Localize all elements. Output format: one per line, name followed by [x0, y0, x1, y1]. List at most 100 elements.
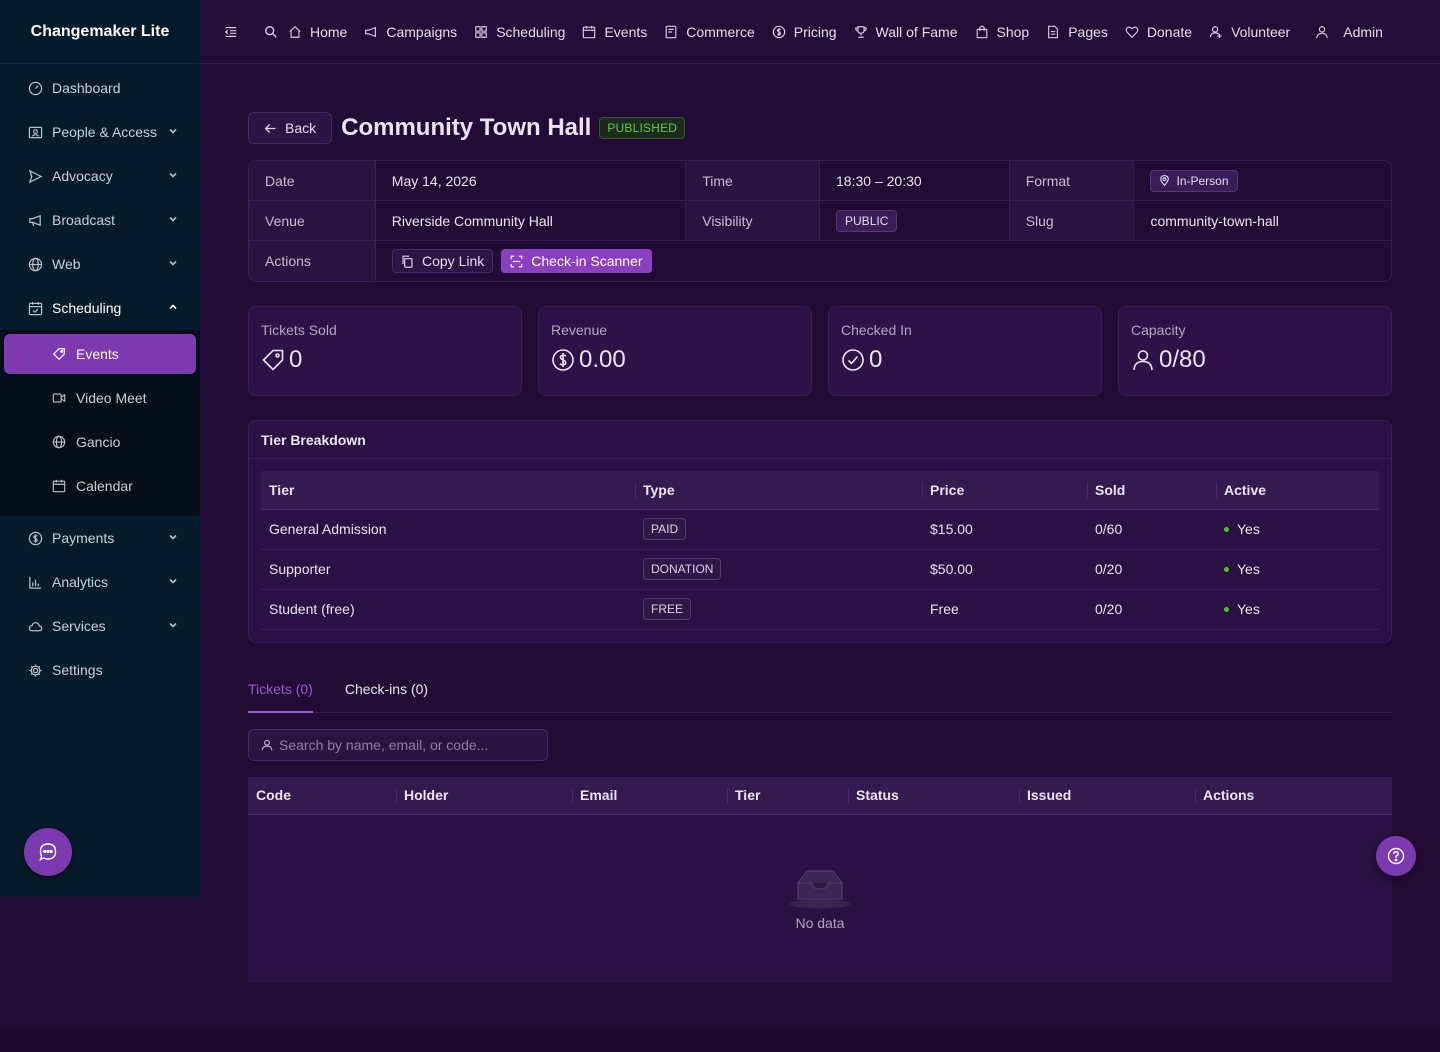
format-tag: In-Person — [1150, 169, 1238, 192]
sidebar-item-analytics[interactable]: Analytics — [0, 560, 200, 604]
sidebar-item-label: Services — [52, 618, 106, 634]
sidebar-subitem-video-meet[interactable]: Video Meet — [4, 378, 196, 418]
tier-price: $15.00 — [922, 509, 1087, 550]
grid-icon — [474, 25, 488, 39]
home-icon — [288, 25, 302, 39]
visibility-value: PUBLIC — [820, 201, 1010, 240]
stat-revenue: Revenue 0.00 — [538, 306, 812, 396]
chat-button[interactable] — [24, 828, 72, 876]
inbox-empty-icon — [788, 867, 852, 909]
topnav-label: Pricing — [793, 23, 837, 40]
tier-type-tag: DONATION — [643, 558, 722, 580]
sidebar-subitem-label: Gancio — [76, 434, 121, 450]
tier-type-tag: FREE — [643, 598, 692, 620]
topnav-shop[interactable]: Shop — [975, 24, 1029, 40]
stat-value: 0/80 — [1159, 346, 1206, 373]
sidebar-item-label: Scheduling — [52, 300, 122, 316]
sidebar-item-label: Settings — [52, 662, 103, 678]
tab-check-ins[interactable]: Check-ins (0) — [345, 675, 428, 712]
chevron-down-icon — [168, 170, 178, 180]
topnav-label: Wall of Fame — [875, 23, 958, 40]
stat-title: Checked In — [841, 322, 912, 338]
stat-value: 0 — [869, 346, 883, 373]
sidebar-subitem-calendar[interactable]: Calendar — [4, 466, 196, 506]
user-menu[interactable]: Admin — [1315, 24, 1383, 40]
sidebar-item-broadcast[interactable]: Broadcast — [0, 198, 200, 242]
video-icon — [50, 389, 68, 407]
scan-icon — [510, 255, 523, 268]
tier-active: Yes — [1237, 561, 1260, 577]
tier-type-cell: FREE — [635, 589, 922, 630]
topnav-pricing[interactable]: Pricing — [772, 24, 837, 40]
sidebar-item-dashboard[interactable]: Dashboard — [0, 66, 200, 110]
sidebar: Changemaker Lite Dashboard People & Acce… — [0, 0, 200, 898]
topnav-label: Home — [310, 23, 348, 40]
tickets-table: Code Holder Email Tier Status Issued Act… — [248, 776, 1392, 815]
sidebar-item-advocacy[interactable]: Advocacy — [0, 154, 200, 198]
tier-active-cell: Yes — [1216, 509, 1379, 550]
ticket-search-input[interactable] — [279, 736, 539, 753]
scheduling-submenu: Events Video Meet Gancio Calendar — [0, 330, 200, 516]
search-icon[interactable] — [264, 25, 278, 39]
table-header-row: Tier Type Price Sold Active — [261, 471, 1379, 510]
sidebar-subitem-gancio[interactable]: Gancio — [4, 422, 196, 462]
tier-breakdown-title: Tier Breakdown — [249, 421, 1391, 459]
topnav-label: Donate — [1146, 23, 1193, 40]
visibility-tag: PUBLIC — [836, 209, 898, 232]
sidebar-item-people-access[interactable]: People & Access — [0, 110, 200, 154]
tier-name: General Admission — [261, 509, 635, 550]
tier-sold: 0/20 — [1087, 549, 1216, 590]
column-header-tier: Tier — [727, 776, 848, 815]
sidebar-item-services[interactable]: Services — [0, 604, 200, 648]
tier-active-cell: Yes — [1216, 589, 1379, 630]
sidebar-subitem-events[interactable]: Events — [4, 334, 196, 374]
topnav-label: Pages — [1068, 23, 1108, 40]
topnav-label: Commerce — [686, 23, 755, 40]
details-row: Venue Riverside Community Hall Visibilit… — [249, 201, 1391, 241]
chevron-down-icon — [168, 126, 178, 136]
event-details: Date May 14, 2026 Time 18:30 – 20:30 For… — [248, 160, 1392, 282]
sidebar-subitem-label: Calendar — [76, 478, 133, 494]
topnav-events[interactable]: Events — [582, 24, 647, 40]
topnav-label: Volunteer — [1231, 23, 1291, 40]
sidebar-item-label: People & Access — [52, 124, 158, 140]
tier-name: Student (free) — [261, 589, 635, 630]
question-circle-icon — [1387, 847, 1405, 865]
tier-breakdown-card: Tier Breakdown Tier Type Price Sold Acti… — [248, 420, 1392, 643]
brand-logo[interactable]: Changemaker Lite — [0, 0, 200, 64]
chevron-down-icon — [168, 214, 178, 224]
topnav-wall-of-fame[interactable]: Wall of Fame — [854, 24, 958, 40]
chevron-down-icon — [168, 532, 178, 542]
topnav-commerce[interactable]: Commerce — [664, 23, 755, 40]
help-button[interactable] — [1376, 836, 1416, 876]
topnav-campaigns[interactable]: Campaigns — [364, 24, 457, 40]
topnav-donate[interactable]: Donate — [1125, 24, 1192, 40]
tier-table: Tier Type Price Sold Active General Admi… — [261, 471, 1379, 630]
dollar-circle-icon — [772, 25, 786, 39]
sidebar-item-settings[interactable]: Settings — [0, 648, 200, 692]
topnav-home[interactable]: Home — [288, 24, 347, 40]
receipt-icon — [664, 25, 678, 39]
stat-title: Capacity — [1131, 322, 1186, 338]
active-status-dot — [1224, 566, 1229, 572]
stat-value: 0 — [289, 346, 303, 373]
tab-tickets[interactable]: Tickets (0) — [248, 675, 313, 713]
format-value: In-Person — [1134, 161, 1391, 200]
time-value: 18:30 – 20:30 — [820, 161, 1010, 200]
table-row: General Admission PAID $15.00 0/60 Yes — [261, 509, 1379, 550]
topnav-volunteer[interactable]: Volunteer — [1209, 24, 1290, 40]
copy-link-button[interactable]: Copy Link — [392, 249, 494, 273]
topnav-pages[interactable]: Pages — [1046, 24, 1108, 40]
table-row: Student (free) FREE Free 0/20 Yes — [261, 589, 1379, 630]
megaphone-icon — [26, 211, 44, 229]
menu-fold-icon[interactable] — [224, 25, 242, 39]
sidebar-item-web[interactable]: Web — [0, 242, 200, 286]
sidebar-item-scheduling[interactable]: Scheduling — [0, 286, 200, 330]
actions-value: Copy Link Check-in Scanner — [376, 241, 1391, 281]
back-button[interactable]: Back — [248, 112, 333, 144]
topnav-scheduling[interactable]: Scheduling — [474, 24, 565, 40]
sidebar-item-payments[interactable]: Payments — [0, 516, 200, 560]
column-header-actions: Actions — [1195, 776, 1392, 815]
check-in-scanner-button[interactable]: Check-in Scanner — [501, 249, 652, 273]
stat-value: 0.00 — [579, 346, 626, 373]
